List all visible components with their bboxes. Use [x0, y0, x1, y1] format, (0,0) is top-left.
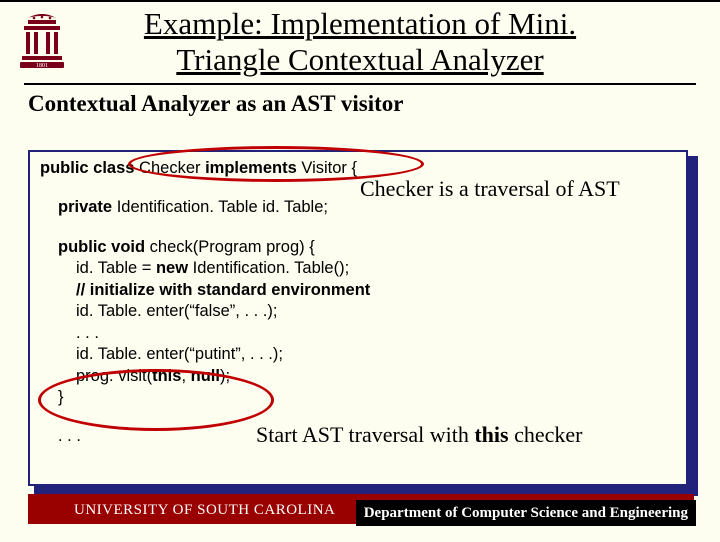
code-line: id. Table. enter(“putint”, . . .); [76, 344, 676, 365]
code-line: public void check(Program prog) { [58, 237, 676, 258]
footer-department-box: Department of Computer Science and Engin… [356, 500, 696, 526]
footer-department: Department of Computer Science and Engin… [364, 505, 688, 521]
slide-title: Example: Implementation of Mini. Triangl… [30, 6, 690, 77]
annotation-checker-traversal: Checker is a traversal of AST [360, 176, 620, 202]
annotation-start-traversal: Start AST traversal with this checker [256, 422, 583, 448]
university-logo: 1801 [14, 12, 70, 70]
title-line-1: Example: Implementation of Mini. [144, 6, 576, 41]
slide: 1801 Example: Implementation of Mini. Tr… [0, 0, 720, 542]
title-divider [24, 83, 696, 85]
logo-year: 1801 [36, 63, 48, 69]
title-line-2: Triangle Contextual Analyzer [176, 42, 543, 77]
footer-university: UNIVERSITY OF SOUTH CAROLINA [74, 502, 335, 519]
code-line: id. Table = new Identification. Table(); [76, 258, 676, 279]
code-line: id. Table. enter(“false”, . . .); [76, 301, 676, 322]
code-line: . . . [76, 323, 676, 344]
code-line: } [58, 387, 676, 408]
code-line: // initialize with standard environment [76, 280, 676, 301]
subtitle: Contextual Analyzer as an AST visitor [28, 91, 720, 117]
code-line: prog. visit(this, null); [76, 366, 676, 387]
